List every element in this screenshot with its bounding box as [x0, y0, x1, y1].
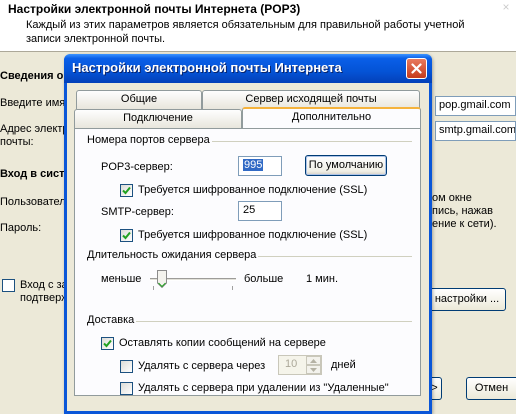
wizard-smtp-server-input[interactable]: smtp.gmail.com: [435, 121, 516, 141]
wizard-section-user-info: Сведения о: [0, 70, 64, 82]
defaults-button[interactable]: По умолчанию: [305, 155, 387, 176]
timeout-slider-tick: [232, 286, 233, 290]
days-label: дней: [331, 359, 356, 371]
pop3-ssl-checkbox-row[interactable]: Требуется шифрованное подключение (SSL): [120, 183, 367, 197]
remove-after-checkbox[interactable]: [120, 359, 133, 373]
remove-deleted-checkbox-row[interactable]: Удалять с сервера при удалении из "Удале…: [120, 381, 389, 395]
wizard-label-user: Пользовател: [0, 196, 66, 208]
wizard-section-login: Вход в сист: [0, 168, 65, 180]
wizard-spa-checkbox[interactable]: [2, 279, 15, 292]
delivery-group-title: Доставка: [85, 314, 137, 326]
spinner-up-icon[interactable]: [306, 356, 321, 365]
close-icon[interactable]: [406, 58, 427, 79]
remove-deleted-label: Удалять с сервера при удалении из "Удале…: [138, 382, 389, 394]
timeout-value-label: 1 мин.: [306, 273, 339, 285]
leave-copy-label: Оставлять копии сообщений на сервере: [119, 337, 326, 349]
spinner-down-icon[interactable]: [306, 365, 321, 374]
smtp-ssl-label: Требуется шифрованное подключение (SSL): [138, 229, 368, 241]
smtp-ssl-checkbox[interactable]: [120, 228, 133, 242]
smtp-port-input[interactable]: 25: [238, 201, 282, 221]
timeout-slider-tick: [153, 286, 154, 290]
pop3-port-value: 995: [243, 159, 264, 171]
remove-after-label: Удалять с сервера через: [138, 360, 266, 372]
leave-copy-checkbox[interactable]: [101, 336, 114, 350]
dialog-title: Настройки электронной почты Интернета: [72, 60, 342, 75]
wizard-label-address: Адрес электр: [0, 123, 69, 135]
advanced-tab-panel: Номера портов сервера POP3-сервер: 995 П…: [74, 128, 421, 396]
wizard-title: Настройки электронной почты Интернета (P…: [8, 2, 301, 16]
wizard-label-address-2: почты:: [0, 136, 34, 148]
wizard-label-password: Пароль:: [0, 222, 42, 234]
wizard-hint-line-1: ом окне: [432, 192, 472, 204]
timeout-slider-thumb[interactable]: [157, 270, 167, 289]
remove-deleted-checkbox[interactable]: [120, 381, 133, 395]
timeout-group-title: Длительность ожидания сервера: [85, 249, 259, 261]
wizard-hint-line-2: пись, нажав: [432, 205, 493, 217]
tab-connection[interactable]: Подключение: [74, 109, 242, 128]
pop3-port-label: POP3-сервер:: [101, 161, 173, 173]
cancel-button[interactable]: Отмен: [466, 377, 516, 400]
wizard-label-name: Введите имя: [0, 97, 66, 109]
email-settings-dialog: Настройки электронной почты Интернета Об…: [64, 54, 432, 414]
wizard-hint-line-3: ение к сети).: [432, 218, 497, 230]
remove-after-checkbox-row[interactable]: Удалять с сервера через: [120, 359, 265, 373]
timeout-more-label: больше: [244, 273, 284, 285]
timeout-less-label: меньше: [101, 273, 142, 285]
pop3-ssl-label: Требуется шифрованное подключение (SSL): [138, 184, 368, 196]
wizard-header: Настройки электронной почты Интернета (P…: [0, 0, 516, 52]
dialog-titlebar[interactable]: Настройки электронной почты Интернета: [64, 54, 432, 83]
tab-general[interactable]: Общие: [76, 90, 202, 109]
wizard-pop-server-input[interactable]: pop.gmail.com: [435, 96, 516, 116]
tab-advanced[interactable]: Дополнительно: [242, 107, 421, 128]
more-settings-button[interactable]: настройки ...: [428, 288, 506, 311]
smtp-ssl-checkbox-row[interactable]: Требуется шифрованное подключение (SSL): [120, 228, 367, 242]
pop3-port-input[interactable]: 995: [238, 156, 282, 176]
wizard-subtitle: Каждый из этих параметров является обяза…: [26, 19, 465, 45]
smtp-port-label: SMTP-сервер:: [101, 206, 174, 218]
ports-group-title: Номера портов сервера: [85, 134, 212, 146]
dialog-body: Общие Сервер исходящей почты Подключение…: [67, 83, 429, 411]
wizard-spa-label-2: подтверж: [20, 292, 69, 304]
pop3-ssl-checkbox[interactable]: [120, 183, 133, 197]
wizard-close-icon: ×: [502, 0, 510, 14]
leave-copy-checkbox-row[interactable]: Оставлять копии сообщений на сервере: [101, 336, 326, 350]
